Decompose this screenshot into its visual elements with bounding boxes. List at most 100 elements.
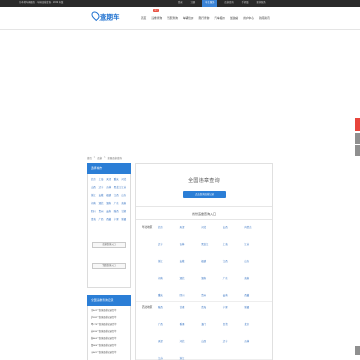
site-logo[interactable]: 查期车 chaqiche.com xyxy=(89,9,120,26)
city-link[interactable]: 重庆 xyxy=(114,177,122,181)
city-link[interactable]: 吉林 xyxy=(106,185,114,189)
nav-item[interactable]: 新闻资讯 xyxy=(258,14,271,22)
province-link[interactable]: 甘肃 xyxy=(180,305,202,309)
province-link[interactable]: 重庆 xyxy=(158,293,180,297)
city-link[interactable]: 广西 xyxy=(99,217,107,221)
province-link[interactable]: 海南 xyxy=(244,276,266,280)
province-link[interactable]: 安徽 xyxy=(180,259,202,263)
province-link[interactable]: 台湾 xyxy=(223,322,245,326)
city-link[interactable]: 西藏 xyxy=(106,217,114,221)
city-link[interactable]: 浙江 xyxy=(91,193,99,197)
province-link[interactable]: 湖南 xyxy=(201,276,223,280)
province-link[interactable]: 云南 xyxy=(223,293,245,297)
city-link[interactable]: 甘肃 xyxy=(121,209,129,213)
license-query-entry-button[interactable]: 驾照查询入口 xyxy=(92,263,126,269)
breadcrumb-link[interactable]: 首页 xyxy=(87,156,92,160)
city-link[interactable]: 新疆 xyxy=(121,217,129,221)
nav-item[interactable]: 用户中心 xyxy=(242,14,255,22)
province-link[interactable]: 黑龙江 xyxy=(201,242,223,246)
city-link[interactable]: 四川 xyxy=(91,209,99,213)
topbar-link[interactable]: 手机版 xyxy=(241,0,250,7)
province-link[interactable]: 山东 xyxy=(244,259,266,263)
city-link[interactable]: 海南 xyxy=(121,201,129,205)
query-button[interactable]: 点击查询违章记录 xyxy=(183,191,226,198)
province-link[interactable]: 辽宁 xyxy=(223,339,245,343)
province-link[interactable]: 广西 xyxy=(158,322,180,326)
violation-query-entry-button[interactable]: 违章查询入口 xyxy=(92,242,126,248)
record-item[interactable]: 京A12**查询违章记录完毕 xyxy=(91,308,127,315)
city-link[interactable]: 安徽 xyxy=(99,193,107,197)
topbar-link[interactable]: 违章查询 xyxy=(223,0,234,7)
province-link[interactable]: 河北 xyxy=(180,339,202,343)
topbar-link[interactable]: 注册 xyxy=(190,0,197,7)
city-link[interactable]: 江苏 xyxy=(121,185,129,189)
back-to-top-button[interactable] xyxy=(355,346,360,355)
province-link[interactable]: 浙江 xyxy=(158,259,180,263)
province-link[interactable]: 北京 xyxy=(244,322,266,326)
province-link[interactable]: 天津 xyxy=(180,225,202,229)
topbar-link[interactable]: 更多服务 xyxy=(256,0,267,7)
province-link[interactable]: 西藏 xyxy=(244,293,266,297)
province-link[interactable]: 江苏 xyxy=(158,356,180,360)
city-link[interactable]: 贵州 xyxy=(99,209,107,213)
province-link[interactable]: 山西 xyxy=(201,339,223,343)
city-link[interactable]: 陕西 xyxy=(114,209,122,213)
breadcrumb-link[interactable]: 全国违章查询 xyxy=(107,156,121,160)
city-link[interactable]: 北京 xyxy=(91,177,99,181)
province-link[interactable]: 天津 xyxy=(158,339,180,343)
province-link[interactable]: 北京 xyxy=(158,225,180,229)
nav-item[interactable]: 汽车报价 xyxy=(213,14,226,22)
side-widget-feedback-button[interactable] xyxy=(355,133,360,144)
province-link[interactable]: 吉林 xyxy=(244,339,266,343)
breadcrumb-link[interactable]: 违章 xyxy=(97,156,102,160)
province-link[interactable]: 四川 xyxy=(180,293,202,297)
nav-item[interactable]: 限行查询 xyxy=(198,14,211,22)
nav-item[interactable]: 加油站 xyxy=(229,14,239,22)
nav-item[interactable]: 违章查询 热门 xyxy=(150,9,163,22)
side-widget-service-button[interactable] xyxy=(355,145,360,156)
record-item[interactable]: 沪B32**查询违章记录完毕 xyxy=(91,315,127,322)
province-link[interactable]: 陕西 xyxy=(158,305,180,309)
province-link[interactable]: 广东 xyxy=(223,276,245,280)
province-link[interactable]: 贵州 xyxy=(201,293,223,297)
province-link[interactable]: 辽宁 xyxy=(158,242,180,246)
province-link[interactable]: 上海 xyxy=(223,242,245,246)
record-item[interactable]: 浙A55**查询违章记录完毕 xyxy=(91,336,127,343)
city-link[interactable]: 青海 xyxy=(91,217,99,221)
province-link[interactable]: 青海 xyxy=(201,305,223,309)
city-link[interactable]: 山西 xyxy=(91,185,99,189)
city-link[interactable]: 天津 xyxy=(106,177,114,181)
city-link[interactable]: 江西 xyxy=(114,193,122,197)
city-link[interactable]: 湖南 xyxy=(106,201,114,205)
province-link[interactable]: 浙江 xyxy=(180,356,202,360)
city-link[interactable]: 河南 xyxy=(91,201,99,205)
city-link[interactable]: 上海 xyxy=(99,177,107,181)
province-link[interactable]: 吉林 xyxy=(180,242,202,246)
city-link[interactable]: 黑龙江 xyxy=(114,185,122,189)
topbar-link[interactable]: 车主服务 xyxy=(202,0,218,7)
city-link[interactable]: 宁夏 xyxy=(114,217,122,221)
city-link[interactable]: 广东 xyxy=(114,201,122,205)
province-link[interactable]: 湖北 xyxy=(180,276,202,280)
province-link[interactable]: 山西 xyxy=(223,225,245,229)
province-link[interactable]: 江苏 xyxy=(244,242,266,246)
province-link[interactable]: 澳门 xyxy=(201,322,223,326)
record-item[interactable]: 粤C78**查询违章记录完毕 xyxy=(91,322,127,329)
province-link[interactable]: 宁夏 xyxy=(223,305,245,309)
province-link[interactable]: 新疆 xyxy=(244,305,266,309)
city-link[interactable]: 辽宁 xyxy=(99,185,107,189)
city-link[interactable]: 山东 xyxy=(121,193,129,197)
province-link[interactable]: 香港 xyxy=(180,322,202,326)
city-link[interactable]: 河北 xyxy=(121,177,129,181)
province-link[interactable]: 江西 xyxy=(223,259,245,263)
topbar-link[interactable]: 登录 xyxy=(177,0,184,7)
province-link[interactable]: 河北 xyxy=(201,225,223,229)
city-link[interactable]: 湖北 xyxy=(99,201,107,205)
nav-item[interactable]: 驾照查询 xyxy=(166,14,179,22)
city-link[interactable]: 云南 xyxy=(106,209,114,213)
nav-item[interactable]: 首页 xyxy=(140,14,147,22)
side-widget-share-button[interactable] xyxy=(355,118,360,131)
record-item[interactable]: 苏E90**查询违章记录完毕 xyxy=(91,329,127,336)
record-item[interactable]: 川A21**查询违章记录完毕 xyxy=(91,350,127,357)
nav-item[interactable]: 车辆估价 xyxy=(182,14,195,22)
